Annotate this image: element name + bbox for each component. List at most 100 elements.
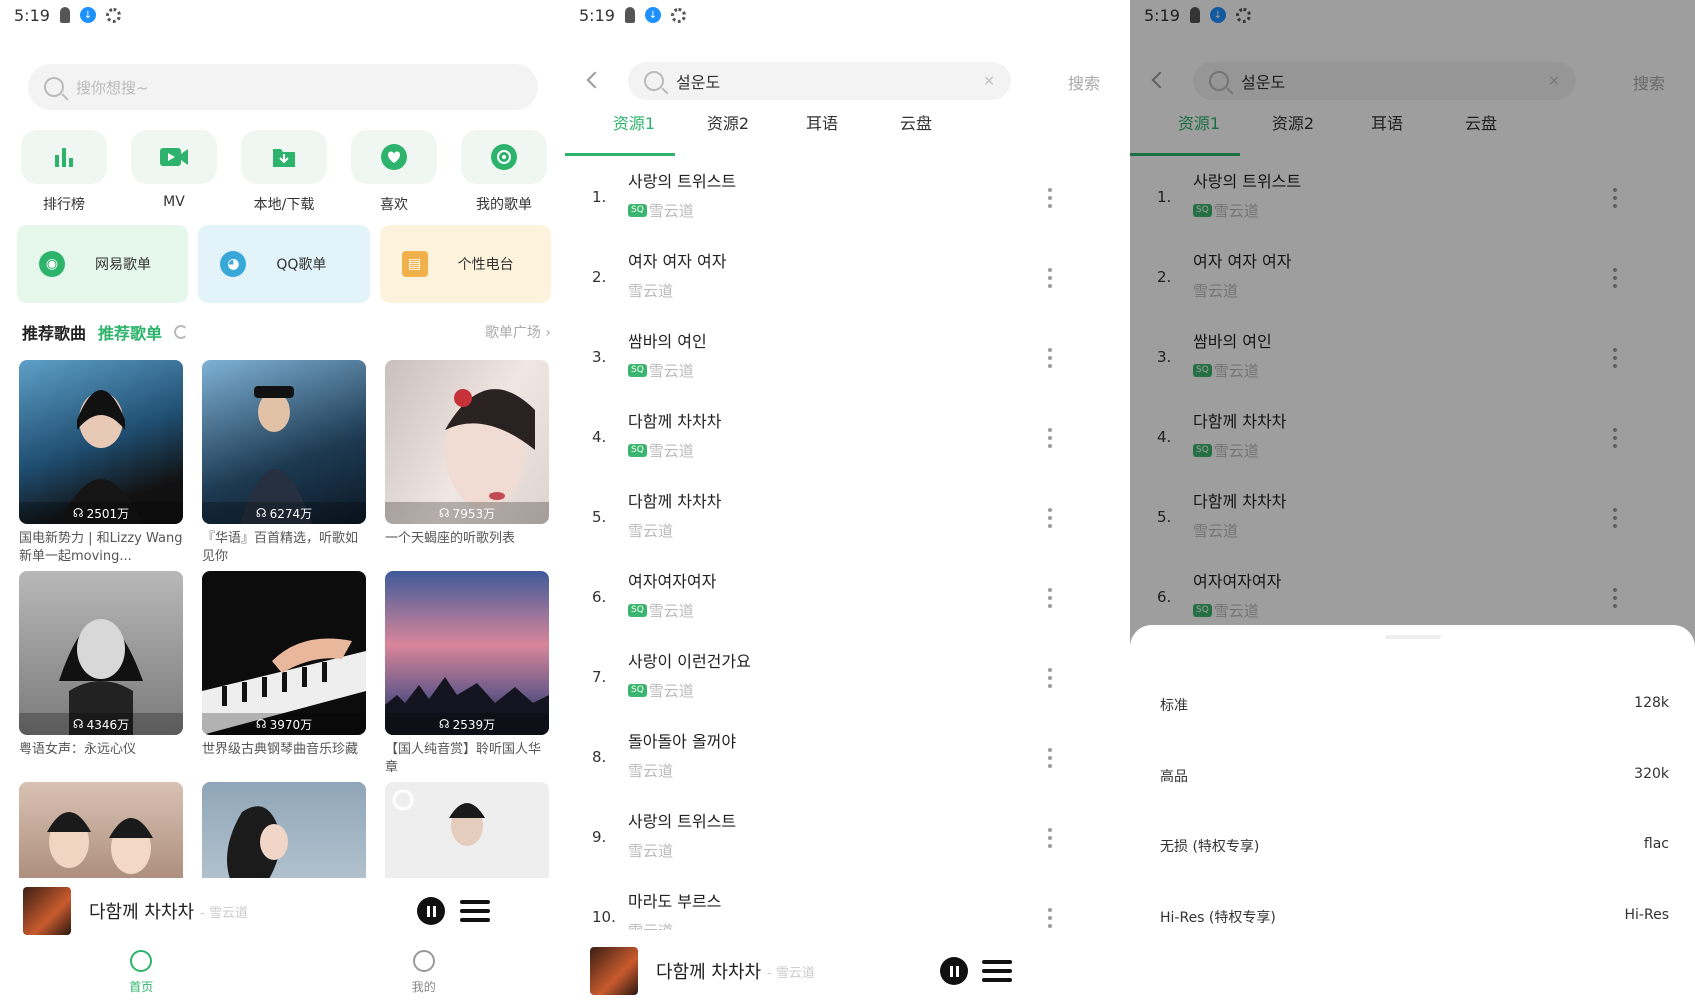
card-label: 个性电台 [457, 257, 514, 273]
pause-button[interactable] [940, 957, 968, 985]
ranking-bars-icon [21, 130, 107, 184]
playlist-tile[interactable] [202, 782, 366, 878]
headphones-icon: ☊ [438, 506, 450, 520]
play-count: ☊ 3970万 [202, 713, 366, 735]
now-playing-artist: - 雪云道 [200, 905, 248, 921]
song-number: 1. [592, 188, 607, 206]
song-number: 8. [592, 748, 607, 766]
more-options-icon[interactable] [1048, 188, 1052, 208]
song-row[interactable]: 1. 사랑의 트위스트 SQ 雪云道 [565, 160, 1130, 240]
play-count: ☊ 7953万 [385, 502, 549, 524]
more-options-icon[interactable] [1048, 428, 1052, 448]
pause-button[interactable] [417, 897, 445, 925]
song-meta: 雪云道 [628, 840, 673, 861]
play-count-value: 2501万 [86, 506, 130, 521]
playlist-tile[interactable]: ☊ 2501万 国电新势力 | 和Lizzy Wang新单一起moving... [19, 360, 183, 566]
more-options-icon[interactable] [1048, 268, 1052, 288]
tab-source2[interactable]: 资源2 [681, 110, 775, 155]
clear-icon[interactable]: × [983, 73, 995, 89]
card-qq[interactable]: ◕ QQ歌单 [198, 225, 370, 303]
playlist-tile[interactable]: ☊ 6274万 『华语』百首精选，听歌如见你 [202, 360, 366, 566]
mini-player[interactable]: 다함께 차차차 - 雪云道 [0, 880, 565, 942]
playlist-cover: ☊ 6274万 [202, 360, 366, 524]
song-row[interactable]: 7. 사랑이 이런건가요 SQ 雪云道 [565, 640, 1130, 720]
song-title: 사랑의 트위스트 [628, 812, 737, 831]
playlist-queue-icon[interactable] [982, 960, 1012, 982]
source-tabs: 资源1 资源2 耳语 云盘 [565, 110, 1130, 155]
quick-my-playlist[interactable]: 我的歌单 [454, 130, 554, 214]
song-number: 4. [592, 428, 607, 446]
playlist-tile[interactable] [19, 782, 183, 878]
more-options-icon[interactable] [1048, 748, 1052, 768]
card-netease[interactable]: ◉ 网易歌单 [17, 225, 189, 303]
song-row[interactable]: 2. 여자 여자 여자 雪云道 [565, 240, 1130, 320]
nav-home[interactable]: 首页 [0, 950, 283, 1004]
song-row[interactable]: 10. 마라도 부르스 雪云道 [565, 880, 1130, 930]
search-bar[interactable]: 搜你想搜~ [28, 64, 538, 110]
song-row[interactable]: 8. 돌아돌아 올꺼야 雪云道 [565, 720, 1130, 800]
quality-label: 无损 (特权专享) [1160, 839, 1260, 855]
search-placeholder: 搜你想搜~ [76, 78, 149, 97]
playlist-cover: ☊ 4346万 [19, 571, 183, 735]
playlist-tile[interactable]: ☊ 3970万 世界级古典钢琴曲音乐珍藏 [202, 571, 366, 777]
tab-whisper[interactable]: 耳语 [775, 110, 869, 155]
quality-option-lossless[interactable]: 无损 (特权专享) flac [1160, 836, 1669, 860]
quality-option-standard[interactable]: 标准 128k [1160, 695, 1669, 719]
tab-recommend-playlists[interactable]: 推荐歌单 [98, 320, 162, 344]
quick-local-download[interactable]: 本地/下载 [234, 130, 334, 214]
quick-ranking[interactable]: 排行榜 [14, 130, 114, 214]
quick-like[interactable]: 喜欢 [344, 130, 444, 214]
tab-recommend-songs[interactable]: 推荐歌曲 [22, 320, 86, 344]
quick-label: 本地/下载 [253, 197, 315, 213]
more-options-icon[interactable] [1048, 508, 1052, 528]
sheet-handle[interactable] [1384, 635, 1441, 639]
search-input[interactable]: 설운도 × [628, 62, 1011, 100]
search-query: 설운도 [676, 73, 721, 92]
quality-option-high[interactable]: 高品 320k [1160, 766, 1669, 790]
quick-mv[interactable]: MV [124, 130, 224, 214]
song-row[interactable]: 9. 사랑의 트위스트 雪云道 [565, 800, 1130, 880]
card-label: 网易歌单 [95, 257, 151, 273]
playlist-tile[interactable]: ☊ 7953万 一个天蝎座的听歌列表 [385, 360, 549, 566]
quick-entries: 排行榜 MV 本地/下载 喜欢 我的歌单 [14, 130, 554, 214]
song-title: 마라도 부르스 [628, 892, 722, 911]
headphones-icon: ☊ [72, 717, 84, 731]
tab-cloud[interactable]: 云盘 [869, 110, 963, 155]
user-icon [412, 950, 435, 972]
playlist-cover: ☊ 2501万 [19, 360, 183, 524]
song-number: 7. [592, 668, 607, 686]
tab-source1[interactable]: 资源1 [587, 110, 681, 155]
mini-player[interactable]: 다함께 차차차 - 雪云道 [565, 940, 1130, 1002]
song-list: 1. 사랑의 트위스트 SQ 雪云道 2. 여자 여자 여자 雪云道 3. 쌈바의 여인 SQ 雪云… [565, 160, 1130, 930]
song-row[interactable]: 4. 다함께 차차차 SQ 雪云道 [565, 400, 1130, 480]
nav-mine[interactable]: 我的 [283, 950, 566, 1004]
quality-label: Hi-Res (特权专享) [1160, 910, 1276, 926]
search-button[interactable]: 搜索 [1068, 70, 1100, 94]
song-row[interactable]: 3. 쌈바의 여인 SQ 雪云道 [565, 320, 1130, 400]
playlist-tile[interactable]: ☊ 4346万 粤语女声：永远心仪 [19, 571, 183, 777]
back-arrow-icon[interactable] [586, 71, 604, 89]
song-row[interactable]: 6. 여자여자여자 SQ 雪云道 [565, 560, 1130, 640]
refresh-icon[interactable] [174, 325, 189, 339]
song-title: 사랑의 트위스트 [628, 172, 737, 191]
sq-badge: SQ [628, 204, 647, 217]
song-artist: 雪云道 [648, 362, 694, 380]
source-cards: ◉ 网易歌单 ◕ QQ歌单 ▤ 个性电台 [17, 225, 551, 303]
more-options-icon[interactable] [1048, 668, 1052, 688]
playlist-queue-icon[interactable] [460, 900, 490, 922]
more-options-icon[interactable] [1048, 348, 1052, 368]
quality-option-hires[interactable]: Hi-Res (特权专享) Hi-Res [1160, 907, 1669, 931]
headphones-icon: ☊ [255, 506, 267, 520]
recommend-header: 推荐歌曲 推荐歌单 歌单广场 › [22, 320, 551, 344]
more-options-icon[interactable] [1048, 828, 1052, 848]
playlist-cover: ☊ 2539万 [385, 571, 549, 735]
more-options-icon[interactable] [1048, 908, 1052, 928]
play-count: ☊ 4346万 [19, 713, 183, 735]
more-options-icon[interactable] [1048, 588, 1052, 608]
song-artist: 雪云道 [648, 682, 694, 700]
card-radio[interactable]: ▤ 个性电台 [379, 225, 551, 303]
playlist-tile[interactable]: ☊ 2539万 【国人纯音赏】聆听国人华章 [385, 571, 549, 777]
song-row[interactable]: 5. 다함께 차차차 雪云道 [565, 480, 1130, 560]
playlist-square-link[interactable]: 歌单广场 › [485, 322, 551, 342]
playlist-tile[interactable] [385, 782, 549, 878]
